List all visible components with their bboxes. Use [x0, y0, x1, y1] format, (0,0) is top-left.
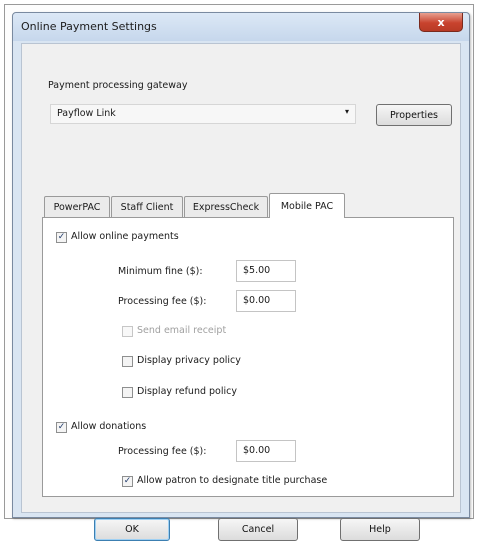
tab-mobile-pac-label: Mobile PAC — [280, 200, 334, 212]
check-icon: ✓ — [57, 422, 66, 432]
minimum-fine-label: Minimum fine ($): — [118, 266, 203, 277]
check-icon: ✓ — [57, 232, 66, 242]
window-title: Online Payment Settings — [21, 20, 157, 33]
display-privacy-policy-label: Display privacy policy — [137, 355, 241, 366]
allow-donations-label: Allow donations — [71, 421, 147, 432]
tab-powerpac-label: PowerPAC — [53, 201, 101, 213]
properties-button[interactable]: Properties — [376, 104, 452, 126]
tab-staff-client-label: Staff Client — [120, 201, 174, 213]
tab-expresscheck-label: ExpressCheck — [192, 201, 260, 213]
processing-fee-label: Processing fee ($): — [118, 296, 207, 307]
online-payment-settings-dialog: Online Payment Settings x Payment proces… — [12, 12, 470, 541]
display-refund-policy-label: Display refund policy — [137, 386, 237, 397]
close-button[interactable]: x — [419, 13, 463, 32]
close-icon: x — [437, 15, 445, 29]
check-icon: ✓ — [123, 476, 132, 486]
tab-powerpac[interactable]: PowerPAC — [44, 196, 110, 217]
designate-title-purchase-checkbox[interactable]: ✓ — [122, 476, 133, 487]
display-refund-policy-checkbox[interactable] — [122, 387, 133, 398]
allow-donations-checkbox[interactable]: ✓ — [56, 422, 67, 433]
donation-processing-fee-input[interactable]: $0.00 — [236, 440, 296, 462]
gateway-select[interactable]: Payflow Link ▾ — [50, 104, 356, 124]
gateway-selected-value: Payflow Link — [57, 108, 116, 119]
tab-expresscheck[interactable]: ExpressCheck — [184, 196, 268, 217]
designate-title-purchase-label: Allow patron to designate title purchase — [137, 475, 328, 486]
cancel-button[interactable]: Cancel — [218, 518, 298, 541]
send-email-receipt-checkbox[interactable] — [122, 326, 133, 337]
dialog-body: Payment processing gateway Payflow Link … — [21, 43, 461, 541]
help-button-label: Help — [369, 524, 391, 535]
display-privacy-policy-checkbox[interactable] — [122, 356, 133, 367]
cancel-button-label: Cancel — [241, 524, 275, 535]
chevron-down-icon: ▾ — [344, 107, 349, 116]
help-button[interactable]: Help — [340, 518, 420, 541]
allow-online-payments-checkbox[interactable]: ✓ — [56, 232, 67, 243]
allow-online-payments-label: Allow online payments — [71, 231, 179, 242]
tab-staff-client[interactable]: Staff Client — [111, 196, 183, 217]
tab-mobile-pac[interactable]: Mobile PAC — [269, 193, 345, 218]
donation-processing-fee-label: Processing fee ($): — [118, 446, 207, 457]
processing-fee-input[interactable]: $0.00 — [236, 290, 296, 312]
minimum-fine-input[interactable]: $5.00 — [236, 260, 296, 282]
properties-button-label: Properties — [389, 109, 438, 121]
send-email-receipt-label: Send email receipt — [137, 325, 227, 336]
ok-button[interactable]: OK — [94, 518, 170, 541]
title-bar[interactable]: Online Payment Settings x — [13, 13, 469, 41]
ok-button-label: OK — [125, 524, 139, 535]
gateway-label: Payment processing gateway — [48, 80, 188, 91]
